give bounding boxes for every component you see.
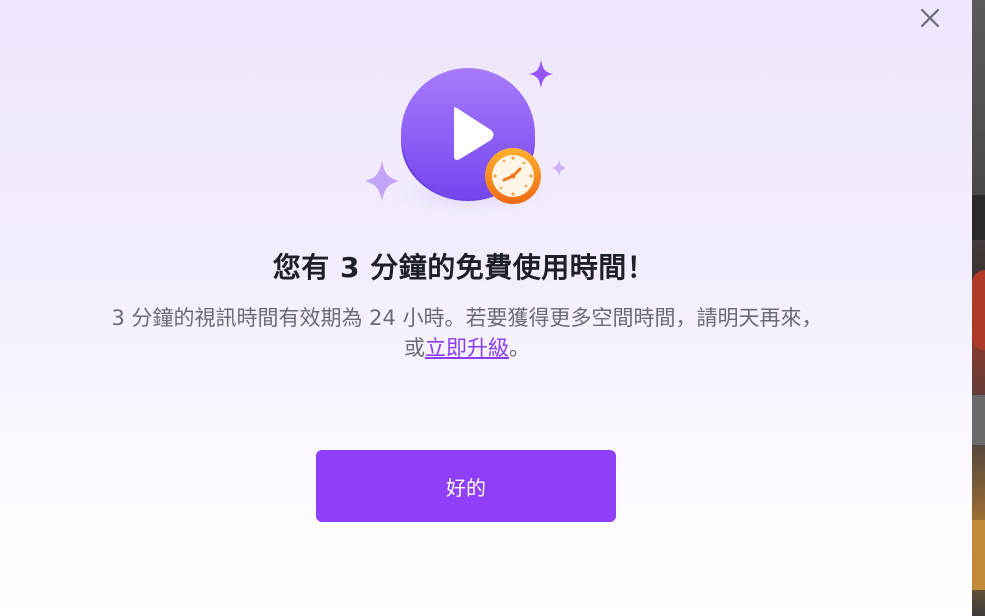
dialog-title: 您有 3 分鐘的免費使用時間！ [272, 251, 656, 284]
background-fragment [972, 520, 985, 590]
close-icon [920, 8, 940, 28]
dialog-description: 3 分鐘的視訊時間有效期為 24 小時。若要獲得更多空間時間，請明天再來，或立即… [110, 303, 824, 363]
free-time-dialog: 您有 3 分鐘的免費使用時間！ 3 分鐘的視訊時間有效期為 24 小時。若要獲得… [0, 0, 972, 616]
background-fragment [972, 195, 985, 240]
clock-icon [485, 148, 541, 204]
upgrade-now-link[interactable]: 立即升級 [425, 336, 509, 360]
background-fragment [972, 270, 985, 350]
background-page-strip [972, 0, 985, 616]
background-fragment [972, 395, 985, 445]
video-time-illustration [360, 55, 580, 225]
close-button[interactable] [916, 4, 944, 32]
sparkle-icon [529, 60, 553, 88]
sparkle-icon [552, 159, 566, 177]
ok-button[interactable]: 好的 [316, 450, 616, 522]
description-end: 。 [509, 336, 530, 360]
